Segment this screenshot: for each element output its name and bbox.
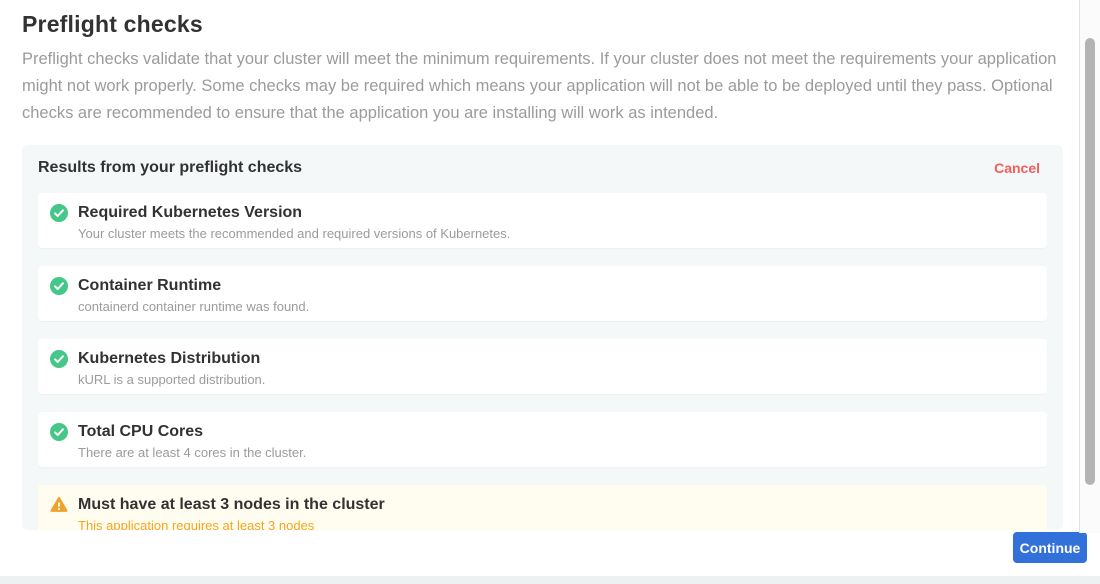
warning-triangle-icon — [50, 496, 68, 514]
check-text: Must have at least 3 nodes in the cluste… — [78, 495, 385, 530]
page-description: Preflight checks validate that your clus… — [22, 46, 1066, 127]
success-check-icon — [50, 277, 68, 295]
check-text: Kubernetes Distribution kURL is a suppor… — [78, 349, 265, 388]
check-text: Required Kubernetes Version Your cluster… — [78, 203, 510, 242]
cancel-link[interactable]: Cancel — [994, 160, 1040, 176]
success-check-icon — [50, 423, 68, 441]
preflight-check-row: Kubernetes Distribution kURL is a suppor… — [38, 339, 1047, 394]
check-list: Required Kubernetes Version Your cluster… — [38, 193, 1047, 530]
results-heading: Results from your preflight checks — [38, 159, 302, 177]
scrollbar-thumb[interactable] — [1085, 38, 1095, 485]
check-title: Required Kubernetes Version — [78, 203, 510, 222]
check-title: Kubernetes Distribution — [78, 349, 265, 368]
preflight-check-row: Must have at least 3 nodes in the cluste… — [38, 485, 1047, 530]
check-title: Container Runtime — [78, 276, 309, 295]
success-check-icon — [50, 350, 68, 368]
check-text: Container Runtime containerd container r… — [78, 276, 309, 315]
check-message: Your cluster meets the recommended and r… — [78, 226, 510, 242]
check-text: Total CPU Cores There are at least 4 cor… — [78, 422, 306, 461]
preflight-checks-page: Preflight checks Preflight checks valida… — [0, 0, 1100, 584]
preflight-check-row: Container Runtime containerd container r… — [38, 266, 1047, 321]
check-title: Total CPU Cores — [78, 422, 306, 441]
check-message: There are at least 4 cores in the cluste… — [78, 445, 306, 461]
continue-button[interactable]: Continue — [1013, 532, 1087, 563]
preflight-check-row: Total CPU Cores There are at least 4 cor… — [38, 412, 1047, 467]
page-header: Preflight checks Preflight checks valida… — [22, 0, 1066, 127]
results-panel: Results from your preflight checks Cance… — [22, 145, 1063, 530]
success-check-icon — [50, 204, 68, 222]
page-title: Preflight checks — [22, 11, 1066, 38]
preflight-check-row: Required Kubernetes Version Your cluster… — [38, 193, 1047, 248]
check-message: containerd container runtime was found. — [78, 299, 309, 315]
check-message: This application requires at least 3 nod… — [78, 518, 385, 530]
bottom-strip — [0, 576, 1100, 584]
check-title: Must have at least 3 nodes in the cluste… — [78, 495, 385, 514]
check-message: kURL is a supported distribution. — [78, 372, 265, 388]
results-panel-header: Results from your preflight checks Cance… — [38, 159, 1047, 177]
scrollbar-track[interactable] — [1079, 0, 1100, 533]
